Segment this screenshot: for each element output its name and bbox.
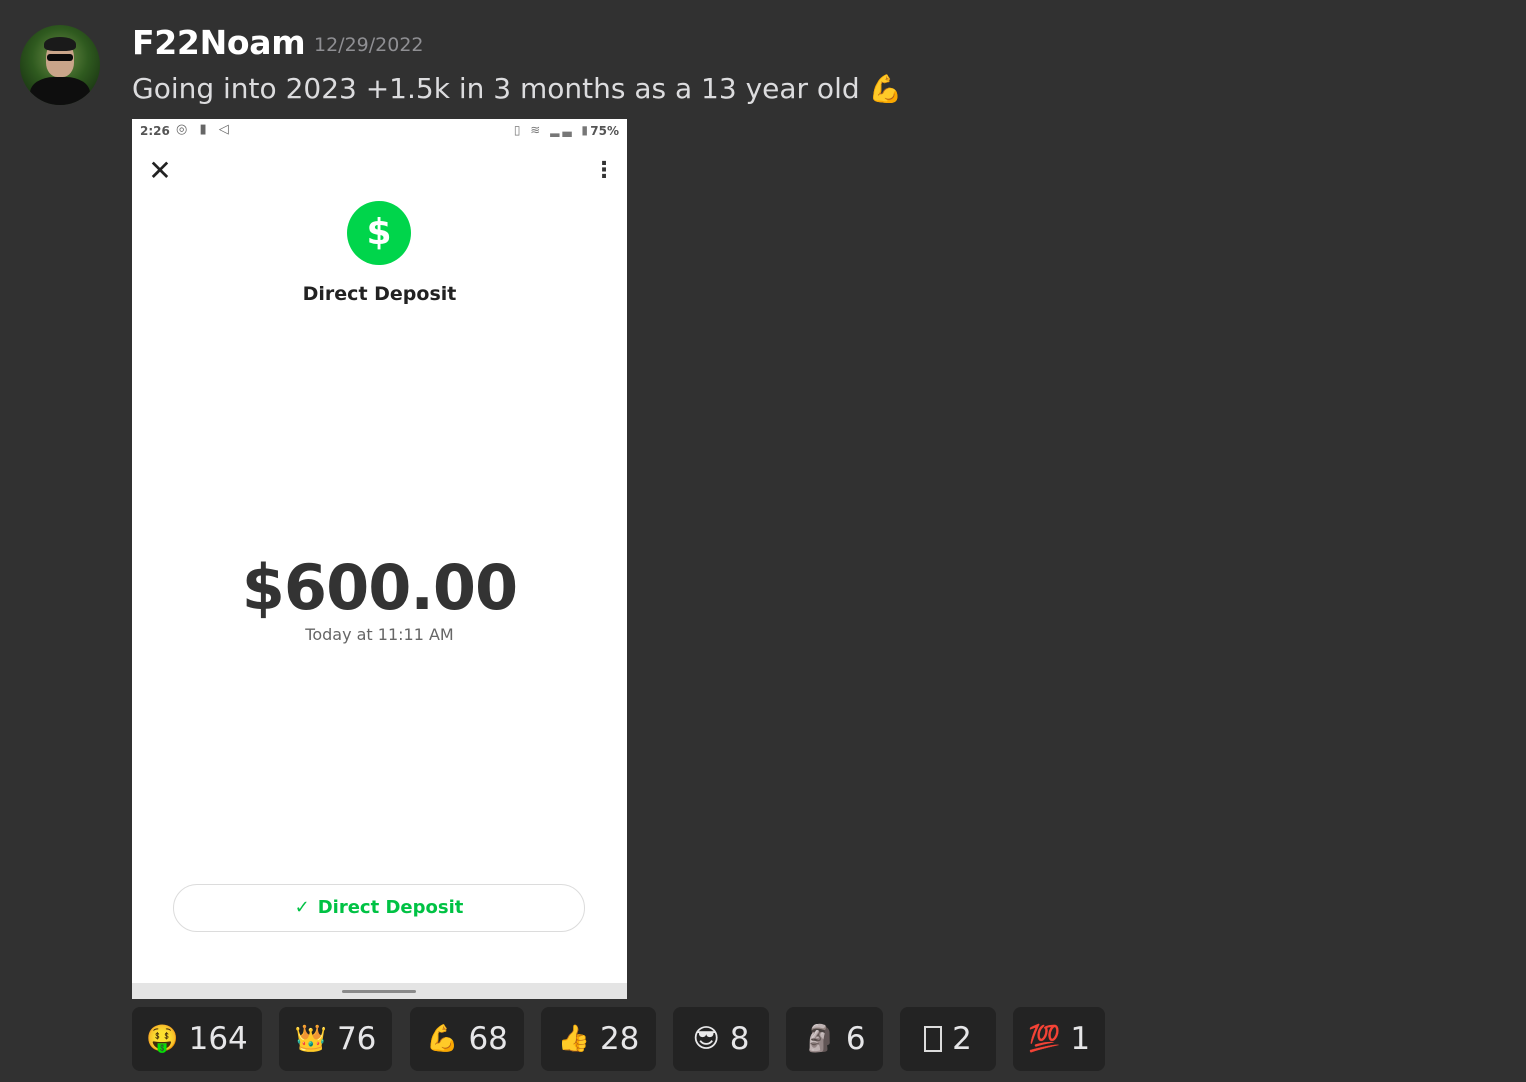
deposit-amount: $600.00 xyxy=(241,551,518,624)
hundred-points-icon: 💯 xyxy=(1027,1024,1061,1054)
missing-glyph-icon xyxy=(924,1026,943,1052)
reaction-count: 164 xyxy=(188,1021,248,1057)
checkmark-icon: ✓ xyxy=(294,897,310,918)
user-avatar[interactable] xyxy=(20,25,100,105)
pill-label: Direct Deposit xyxy=(317,897,464,918)
reaction-sunglasses[interactable]: 😎 8 xyxy=(673,1007,769,1071)
thumbs-up-icon: 👍 xyxy=(557,1024,590,1054)
nav-handle xyxy=(342,990,416,993)
reaction-count: 28 xyxy=(599,1021,640,1057)
reaction-thumbs-up[interactable]: 👍 28 xyxy=(541,1007,656,1071)
flexed-biceps-icon: 💪 xyxy=(868,74,903,105)
message-text: Going into 2023 +1.5k in 3 months as a 1… xyxy=(132,72,902,105)
status-notification-icons: ◎ ▮ ◁ xyxy=(176,122,233,137)
reaction-missing-glyph[interactable]: 2 xyxy=(900,1007,996,1071)
reaction-hundred-points[interactable]: 💯 1 xyxy=(1013,1007,1105,1071)
sunglasses-face-icon: 😎 xyxy=(692,1024,720,1054)
crown-icon: 👑 xyxy=(294,1024,327,1054)
avatar-figure xyxy=(30,77,90,105)
flexed-biceps-icon: 💪 xyxy=(426,1024,459,1054)
deposit-time: Today at 11:11 AM xyxy=(305,625,454,644)
reaction-count: 6 xyxy=(845,1021,866,1057)
reaction-count: 1 xyxy=(1070,1021,1091,1057)
avatar-hair xyxy=(44,37,76,51)
reaction-crown[interactable]: 👑 76 xyxy=(279,1007,392,1071)
status-time: 2:26 xyxy=(140,124,170,138)
reaction-count: 2 xyxy=(952,1021,972,1057)
dollar-sign-icon: $ xyxy=(347,201,411,265)
direct-deposit-pill: ✓ Direct Deposit xyxy=(173,884,585,932)
reaction-count: 76 xyxy=(336,1021,377,1057)
status-battery: 75% xyxy=(590,124,619,138)
phone-status-bar: 2:26 ◎ ▮ ◁ ▯ ≋ ▂▃ ▮ 75% xyxy=(132,119,627,143)
phone-nav-bar xyxy=(132,983,627,999)
close-icon: ✕ xyxy=(148,154,172,187)
status-signal-icons: ▯ ≋ ▂▃ ▮ xyxy=(513,123,591,137)
deposit-title: Direct Deposit xyxy=(302,283,457,305)
message-body: Going into 2023 +1.5k in 3 months as a 1… xyxy=(132,72,860,105)
post-timestamp: 12/29/2022 xyxy=(314,34,424,56)
avatar-sunglasses xyxy=(47,54,73,61)
reaction-flexed-biceps[interactable]: 💪 68 xyxy=(410,1007,524,1071)
reaction-count: 68 xyxy=(468,1021,508,1057)
username[interactable]: F22Noam xyxy=(132,23,306,62)
reaction-moai[interactable]: 🗿 6 xyxy=(786,1007,883,1071)
more-options-icon: ⋮ xyxy=(593,158,615,183)
moai-icon: 🗿 xyxy=(803,1024,836,1054)
reaction-count: 8 xyxy=(729,1021,750,1057)
attached-image[interactable]: 2:26 ◎ ▮ ◁ ▯ ≋ ▂▃ ▮ 75% ✕ ⋮ $ Direct Dep… xyxy=(132,119,627,999)
reaction-money-mouth[interactable]: 🤑 164 xyxy=(132,1007,262,1071)
money-mouth-face-icon: 🤑 xyxy=(146,1024,179,1054)
